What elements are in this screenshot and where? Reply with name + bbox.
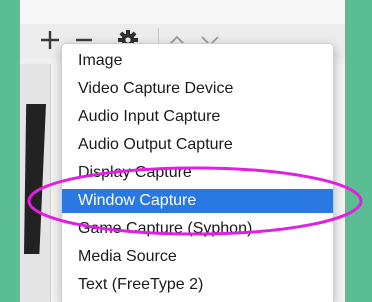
menu-item-media-source[interactable]: Media Source [62, 245, 333, 269]
menu-item-window-capture[interactable]: Window Capture [62, 189, 333, 213]
add-source-menu: Image Video Capture Device Audio Input C… [61, 43, 334, 302]
preview-glyph [24, 104, 46, 254]
menu-item-game-capture-syphon[interactable]: Game Capture (Syphon) [62, 217, 333, 241]
menu-item-audio-output-capture[interactable]: Audio Output Capture [62, 133, 333, 157]
menu-item-video-capture-device[interactable]: Video Capture Device [62, 77, 333, 101]
left-strip [20, 64, 51, 302]
sources-panel [20, 0, 345, 25]
plus-icon [41, 31, 59, 49]
menu-item-image[interactable]: Image [62, 49, 333, 73]
menu-item-audio-input-capture[interactable]: Audio Input Capture [62, 105, 333, 129]
add-source-button[interactable] [38, 28, 62, 57]
menu-item-display-capture[interactable]: Display Capture [62, 161, 333, 185]
menu-item-text-freetype-2[interactable]: Text (FreeType 2) [62, 273, 333, 297]
